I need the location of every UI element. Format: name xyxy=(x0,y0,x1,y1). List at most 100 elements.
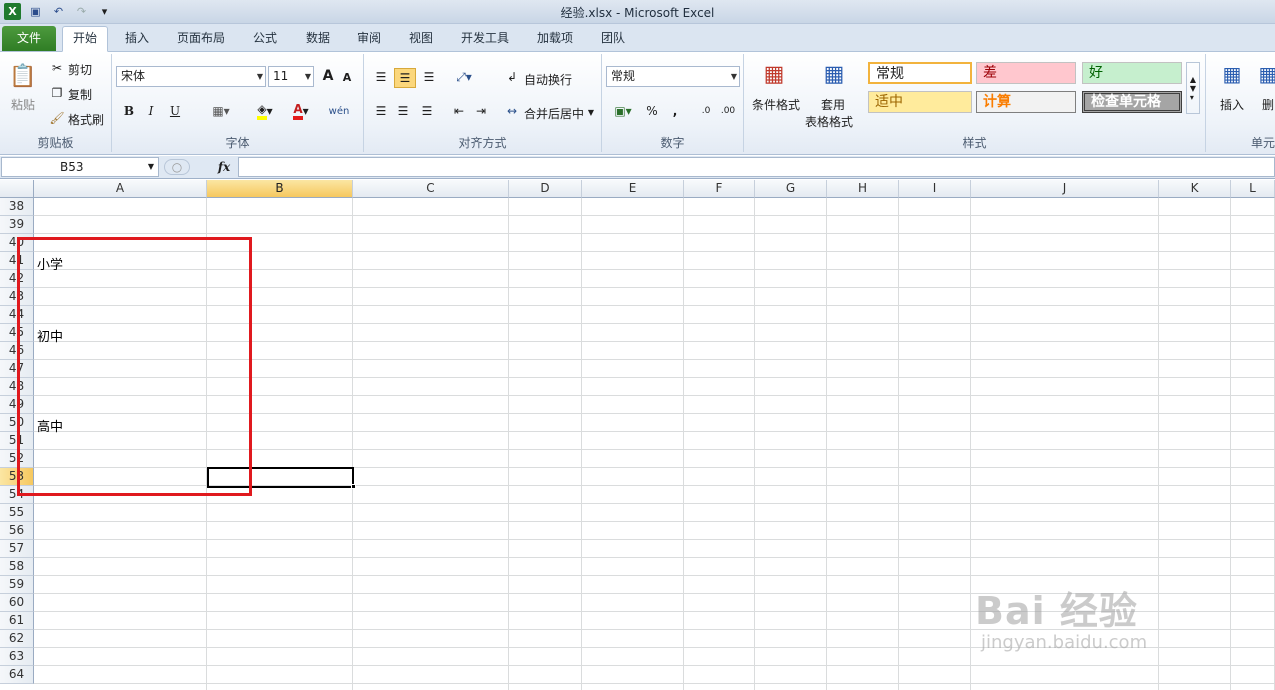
delete-cells-button[interactable]: 删 xyxy=(1262,96,1274,113)
column-header-f[interactable]: F xyxy=(684,180,755,198)
align-left-icon[interactable]: ☰ xyxy=(372,102,390,120)
row-header-57[interactable]: 57 xyxy=(0,540,34,558)
column-header-e[interactable]: E xyxy=(582,180,684,198)
tab-home[interactable]: 开始 xyxy=(62,26,108,52)
column-header-a[interactable]: A xyxy=(34,180,207,198)
paste-button[interactable]: 粘贴 xyxy=(11,96,35,113)
column-header-i[interactable]: I xyxy=(899,180,971,198)
row-header-63[interactable]: 63 xyxy=(0,648,34,666)
row-header-61[interactable]: 61 xyxy=(0,612,34,630)
decrease-decimal-icon[interactable]: .00 xyxy=(718,102,738,120)
increase-decimal-icon[interactable]: .0 xyxy=(696,102,716,120)
align-middle-icon[interactable]: ☰ xyxy=(394,68,416,88)
row-header-58[interactable]: 58 xyxy=(0,558,34,576)
conditional-formatting-button[interactable]: 条件格式 xyxy=(752,96,800,113)
chevron-down-icon[interactable]: ▼ xyxy=(586,105,596,119)
italic-button[interactable]: I xyxy=(142,102,160,120)
insert-function-icon[interactable]: fx xyxy=(214,158,234,176)
borders-icon[interactable]: ▦▾ xyxy=(208,102,234,120)
formula-bar-expand-icon[interactable]: ○ xyxy=(164,159,190,175)
tab-file[interactable]: 文件 xyxy=(2,26,56,51)
font-color-icon[interactable]: A ▾ xyxy=(286,102,316,120)
font-name-combo[interactable]: 宋体 ▼ xyxy=(116,66,266,87)
paste-icon[interactable]: 📋 xyxy=(8,58,38,94)
conditional-formatting-icon: ▦ xyxy=(763,61,785,87)
row-header-39[interactable]: 39 xyxy=(0,216,34,234)
row-header-60[interactable]: 60 xyxy=(0,594,34,612)
column-header-d[interactable]: D xyxy=(509,180,582,198)
comma-style-button[interactable]: , xyxy=(668,102,682,120)
row-header-59[interactable]: 59 xyxy=(0,576,34,594)
phonetic-guide-icon[interactable]: wén xyxy=(326,100,352,122)
name-box[interactable]: B53 ▼ xyxy=(1,157,159,177)
tab-review[interactable]: 审阅 xyxy=(348,27,390,51)
align-top-icon[interactable]: ☰ xyxy=(372,68,390,86)
grid-column-line xyxy=(581,198,582,690)
style-neutral[interactable]: 适中 xyxy=(868,91,972,113)
align-right-icon[interactable]: ☰ xyxy=(418,102,436,120)
decrease-indent-icon[interactable]: ⇤ xyxy=(450,102,468,120)
percent-button[interactable]: % xyxy=(644,102,660,120)
merge-center-button[interactable]: 合并后居中 xyxy=(524,105,584,122)
tab-page-layout[interactable]: 页面布局 xyxy=(170,27,232,51)
tab-view[interactable]: 视图 xyxy=(400,27,442,51)
style-normal[interactable]: 常规 xyxy=(868,62,972,84)
column-header-l[interactable]: L xyxy=(1231,180,1275,198)
align-bottom-icon[interactable]: ☰ xyxy=(420,68,438,86)
column-header-k[interactable]: K xyxy=(1159,180,1231,198)
copy-button[interactable]: 复制 xyxy=(68,86,92,103)
format-painter-button[interactable]: 格式刷 xyxy=(68,111,104,128)
tab-team[interactable]: 团队 xyxy=(592,27,634,51)
font-group-label: 字体 xyxy=(225,136,250,150)
style-bad[interactable]: 差 xyxy=(976,62,1076,84)
copy-icon: ❐ xyxy=(51,86,63,100)
row-header-56[interactable]: 56 xyxy=(0,522,34,540)
tab-developer[interactable]: 开发工具 xyxy=(452,27,518,51)
tab-formulas[interactable]: 公式 xyxy=(244,27,286,51)
accounting-format-icon[interactable]: ▣▾ xyxy=(608,102,638,120)
select-all-corner[interactable] xyxy=(0,180,34,198)
wrap-text-button[interactable]: 自动换行 xyxy=(524,71,572,88)
font-size-combo[interactable]: 11 ▼ xyxy=(268,66,314,87)
style-check-cell[interactable]: 检查单元格 xyxy=(1082,91,1182,113)
style-calculation[interactable]: 计算 xyxy=(976,91,1076,113)
grid-row-line xyxy=(34,233,1275,234)
fill-handle[interactable] xyxy=(351,484,356,489)
grid-row-line xyxy=(34,557,1275,558)
orientation-icon[interactable]: ⤢▾ xyxy=(452,68,476,86)
chevron-down-icon: ▼ xyxy=(256,72,263,81)
row-header-62[interactable]: 62 xyxy=(0,630,34,648)
formula-input[interactable] xyxy=(238,157,1275,177)
format-as-table-line2[interactable]: 表格格式 xyxy=(805,113,853,130)
row-header-38[interactable]: 38 xyxy=(0,198,34,216)
cells-group-label: 单元 xyxy=(1250,136,1275,150)
column-header-j[interactable]: J xyxy=(971,180,1159,198)
increase-indent-icon[interactable]: ⇥ xyxy=(472,102,490,120)
style-good[interactable]: 好 xyxy=(1082,62,1182,84)
bold-button[interactable]: B xyxy=(120,102,138,120)
fill-color-icon[interactable]: ◈ ▾ xyxy=(250,102,280,120)
tab-data[interactable]: 数据 xyxy=(297,27,339,51)
column-header-h[interactable]: H xyxy=(827,180,899,198)
styles-gallery-scroll[interactable]: ▲ ▼ ▾ xyxy=(1186,62,1200,114)
row-header-64[interactable]: 64 xyxy=(0,666,34,684)
font-group: 宋体 ▼ 11 ▼ A A B I U ▦▾ ◈ ▾ A ▾ wén 字体 xyxy=(112,54,364,152)
align-center-icon[interactable]: ☰ xyxy=(394,102,412,120)
cut-button[interactable]: 剪切 xyxy=(68,61,92,78)
format-as-table-line1[interactable]: 套用 xyxy=(821,96,845,113)
tab-insert[interactable]: 插入 xyxy=(116,27,158,51)
row-header-55[interactable]: 55 xyxy=(0,504,34,522)
grow-font-icon[interactable]: A xyxy=(320,67,336,85)
tab-addins[interactable]: 加载项 xyxy=(528,27,582,51)
name-box-value: B53 xyxy=(60,160,84,174)
number-format-combo[interactable]: 常规 ▼ xyxy=(606,66,740,87)
column-header-b[interactable]: B xyxy=(207,180,353,198)
underline-button[interactable]: U xyxy=(166,102,184,120)
insert-cells-button[interactable]: 插入 xyxy=(1220,96,1244,113)
format-as-table-icon: ▦ xyxy=(823,61,845,87)
shrink-font-icon[interactable]: A xyxy=(340,69,354,85)
delete-cells-icon: ▦ xyxy=(1258,62,1275,86)
column-header-c[interactable]: C xyxy=(353,180,509,198)
styles-group: ▦ 条件格式 ▦ 套用 表格格式 常规 差 好 适中 计算 检查单元格 ▲ ▼ ▾ … xyxy=(744,54,1206,152)
column-header-g[interactable]: G xyxy=(755,180,827,198)
